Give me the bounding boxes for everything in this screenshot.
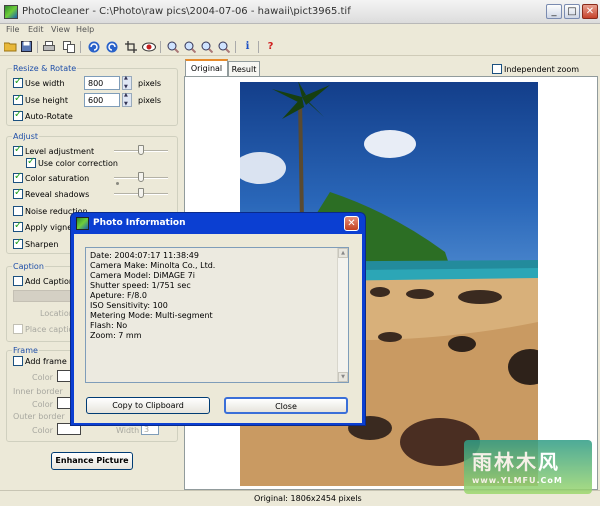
dialog-close-icon[interactable]: ✕ [344, 216, 359, 231]
auto-rotate-label: Auto-Rotate [25, 112, 73, 121]
open-folder-icon[interactable] [3, 39, 18, 54]
watermark-text: 雨林木风 [472, 450, 560, 474]
info-aperture: Apeture: F/8.0 [90, 291, 147, 300]
color-saturation-checkbox[interactable] [13, 171, 23, 183]
use-height-checkbox[interactable] [13, 93, 23, 105]
help-icon[interactable]: ? [263, 39, 278, 54]
shadows-slider-thumb[interactable] [138, 188, 144, 198]
info-metering: Metering Mode: Multi-segment [90, 311, 213, 320]
auto-rotate-checkbox[interactable] [13, 109, 23, 121]
rotate-left-icon[interactable] [86, 39, 101, 54]
info-date: Date: 2004:07:17 11:38:49 [90, 251, 199, 260]
width-spinner[interactable] [122, 75, 132, 90]
photo-information-dialog: Photo Information ✕ Date: 2004:07:17 11:… [70, 212, 366, 426]
caption-title: Caption [12, 262, 45, 271]
info-zoom: Zoom: 7 mm [90, 331, 142, 340]
reveal-shadows-checkbox[interactable] [13, 187, 23, 199]
copy-icon[interactable] [61, 39, 76, 54]
rotate-right-icon[interactable] [104, 39, 119, 54]
width-unit: pixels [138, 79, 162, 88]
dialog-close-button[interactable]: Close [224, 397, 348, 414]
scroll-down-icon[interactable]: ▼ [338, 372, 348, 382]
toolbar: i ? [0, 38, 600, 56]
add-frame-label: Add frame [25, 357, 67, 366]
photo-info-textbox[interactable]: Date: 2004:07:17 11:38:49 Camera Make: M… [85, 247, 349, 383]
reveal-shadows-label: Reveal shadows [25, 190, 90, 199]
independent-zoom-checkbox[interactable] [492, 64, 502, 74]
independent-zoom-label: Independent zoom [504, 65, 580, 74]
use-color-correction-label: Use color correction [38, 159, 118, 168]
color-saturation-label: Color saturation [25, 174, 90, 183]
use-color-correction-checkbox[interactable] [26, 156, 36, 168]
width-label: Width [116, 426, 140, 435]
outer-color-label: Color [32, 426, 53, 435]
level-slider-thumb[interactable] [138, 145, 144, 155]
vignetting-checkbox[interactable] [13, 220, 23, 232]
use-width-label: Use width [25, 79, 65, 88]
print-icon[interactable] [41, 39, 56, 54]
place-caption-checkbox[interactable] [13, 324, 23, 334]
menu-file[interactable]: File [6, 25, 19, 34]
maximize-button[interactable]: □ [564, 4, 580, 19]
resize-rotate-title: Resize & Rotate [12, 64, 78, 73]
minimize-button[interactable]: _ [546, 4, 562, 19]
crop-icon[interactable] [123, 39, 138, 54]
dialog-title: Photo Information [93, 218, 186, 228]
height-input[interactable]: 600 [84, 93, 120, 107]
menu-edit[interactable]: Edit [28, 25, 44, 34]
vignetting-label: Apply vignet [25, 223, 76, 232]
info-icon[interactable]: i [240, 39, 255, 54]
add-caption-label: Add Caption [25, 277, 74, 286]
level-adjustment-checkbox[interactable] [13, 144, 23, 156]
use-width-checkbox[interactable] [13, 76, 23, 88]
close-button[interactable]: ✕ [582, 4, 598, 19]
sharpen-label: Sharpen [25, 240, 59, 249]
dialog-app-icon [76, 217, 89, 230]
menu-help[interactable]: Help [76, 25, 94, 34]
frame-color-label: Color [32, 373, 53, 382]
save-icon[interactable] [19, 39, 34, 54]
app-icon [4, 5, 18, 19]
outer-border-label: Outer border [13, 412, 65, 421]
noise-reduction-checkbox[interactable] [13, 206, 23, 216]
caption-text-field[interactable] [13, 290, 71, 302]
inner-color-label: Color [32, 400, 53, 409]
zoom-out-icon[interactable] [182, 39, 197, 54]
zoom-in-icon[interactable] [165, 39, 180, 54]
red-eye-icon[interactable] [141, 39, 156, 54]
info-iso: ISO Sensitivity: 100 [90, 301, 168, 310]
info-shutter-speed: Shutter speed: 1/751 sec [90, 281, 191, 290]
info-camera-model: Camera Model: DiMAGE 7i [90, 271, 195, 280]
saturation-tick [116, 182, 119, 185]
enhance-picture-button[interactable]: Enhance Picture [51, 452, 133, 470]
inner-border-label: Inner border [13, 387, 63, 396]
add-frame-checkbox[interactable] [13, 356, 23, 366]
info-camera-make: Camera Make: Minolta Co., Ltd. [90, 261, 216, 270]
info-scrollbar[interactable]: ▲ ▼ [337, 248, 348, 382]
saturation-slider-thumb[interactable] [138, 172, 144, 182]
add-caption-checkbox[interactable] [13, 276, 23, 286]
info-flash: Flash: No [90, 321, 128, 330]
height-unit: pixels [138, 96, 162, 105]
copy-to-clipboard-button[interactable]: Copy to Clipboard [86, 397, 210, 414]
caption-location-label: Location [40, 309, 74, 318]
width-input[interactable]: 800 [84, 76, 120, 90]
watermark-logo: 雨林木风 www.YLMFU.CoM [464, 440, 592, 494]
zoom-fit-icon[interactable] [199, 39, 214, 54]
level-adjustment-label: Level adjustment [25, 147, 95, 156]
zoom-actual-icon[interactable] [216, 39, 231, 54]
menu-bar: File Edit View Help [0, 24, 600, 38]
frame-title: Frame [12, 346, 39, 355]
status-text: Original: 1806x2454 pixels [254, 494, 362, 503]
window-title: PhotoCleaner - C:\Photo\raw pics\2004-07… [22, 6, 351, 17]
watermark-url: www.YLMFU.CoM [472, 476, 563, 485]
height-spinner[interactable] [122, 92, 132, 107]
sharpen-checkbox[interactable] [13, 237, 23, 249]
adjust-title: Adjust [12, 132, 40, 141]
use-height-label: Use height [25, 96, 68, 105]
scroll-up-icon[interactable]: ▲ [338, 248, 348, 258]
dialog-body: Date: 2004:07:17 11:38:49 Camera Make: M… [74, 234, 362, 423]
title-bar: PhotoCleaner - C:\Photo\raw pics\2004-07… [0, 0, 600, 24]
menu-view[interactable]: View [51, 25, 70, 34]
